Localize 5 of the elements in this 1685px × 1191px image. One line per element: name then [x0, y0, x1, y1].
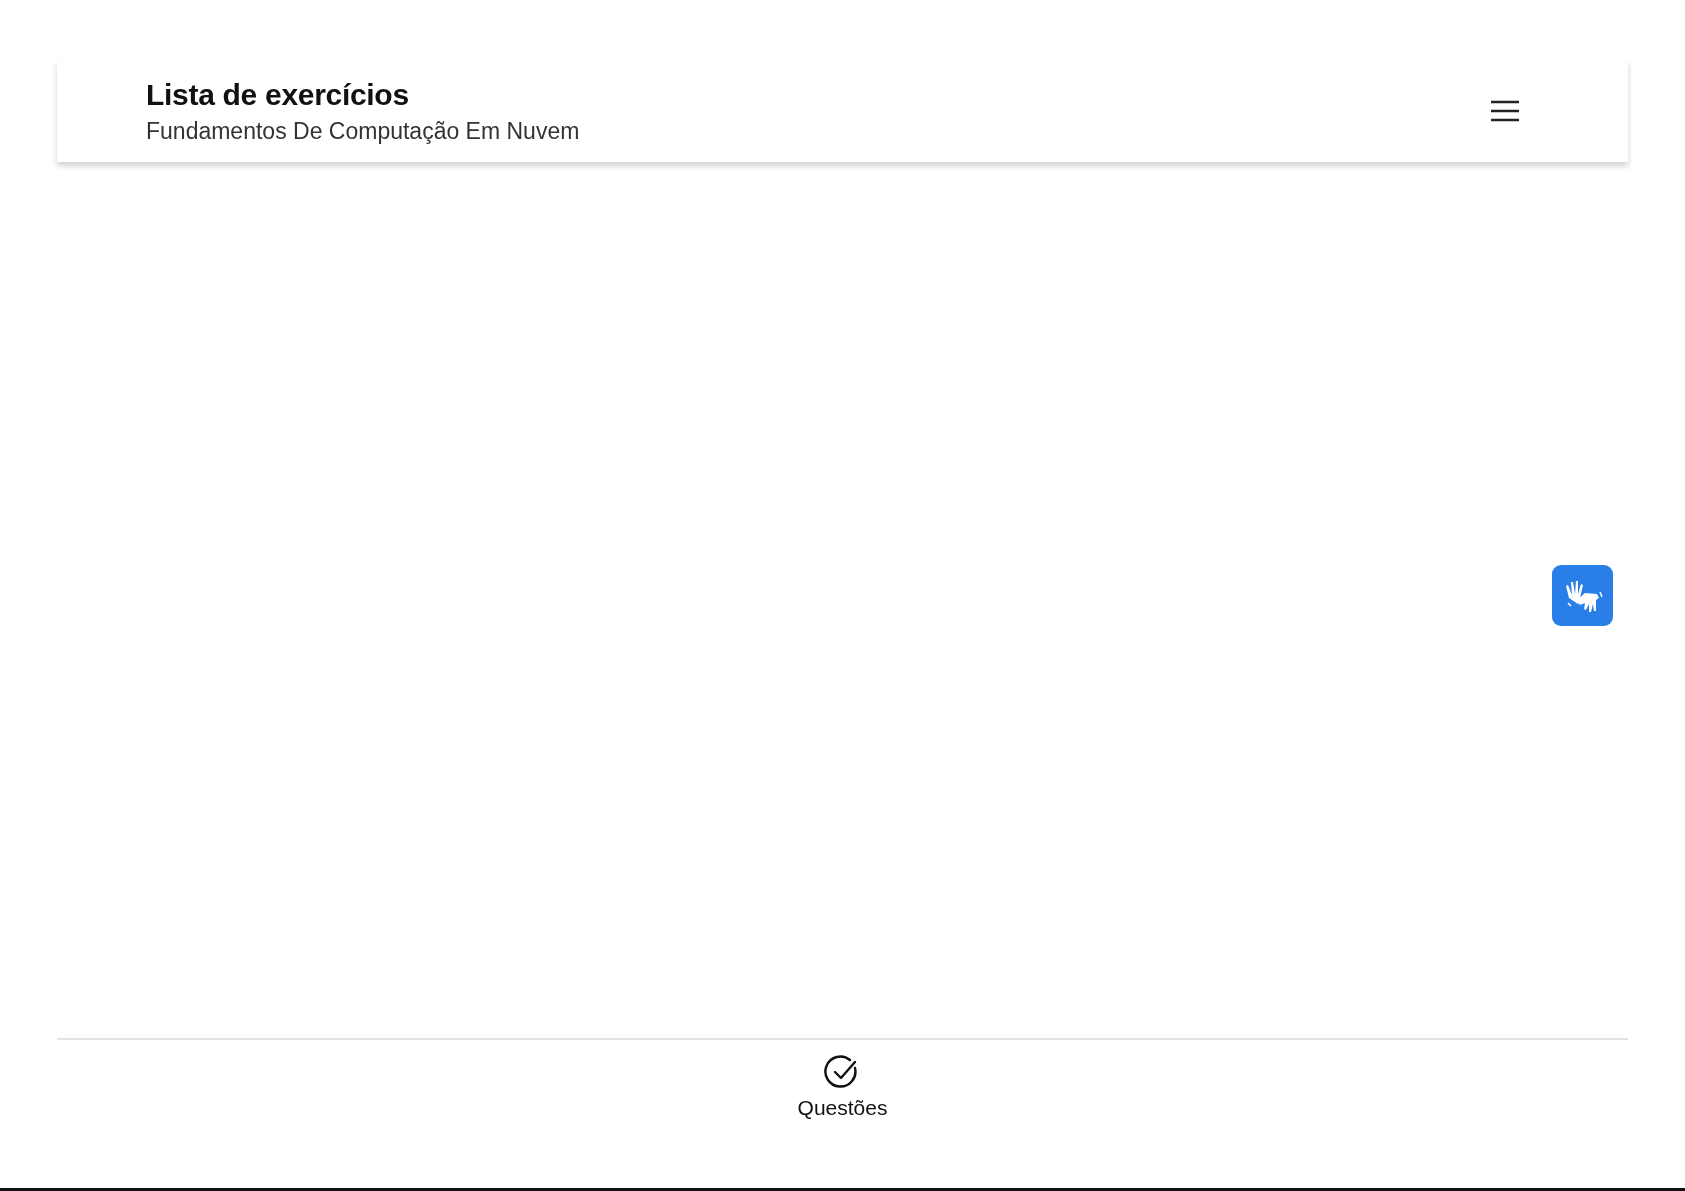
questions-tab[interactable]: Questões: [789, 1050, 896, 1188]
page-title: Lista de exercícios: [146, 77, 410, 112]
menu-icon[interactable]: [1490, 100, 1520, 122]
sign-language-button[interactable]: [1552, 565, 1613, 626]
course-subtitle: Fundamentos De Computação Em Nuvem: [146, 117, 580, 145]
